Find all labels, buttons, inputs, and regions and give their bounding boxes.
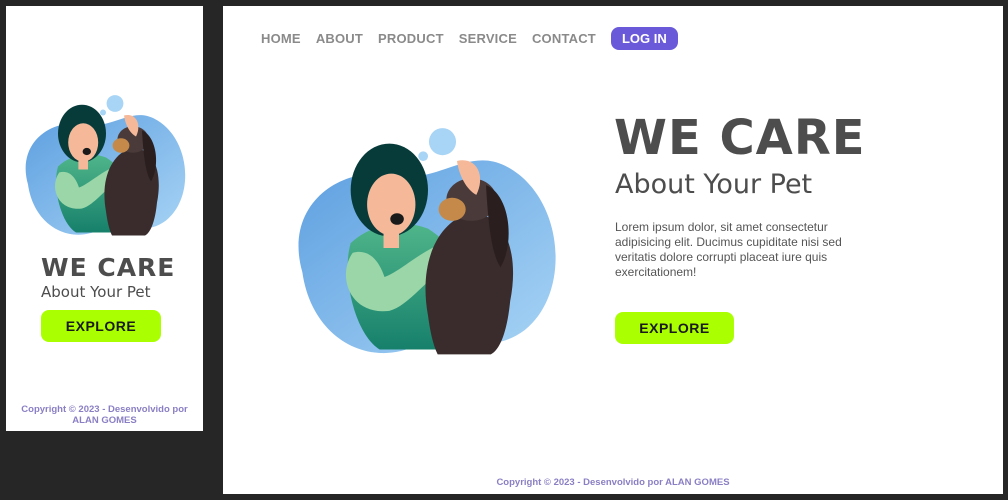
- hero-subtitle: About Your Pet: [615, 169, 813, 200]
- mobile-hero-title: WE CARE: [41, 253, 176, 282]
- nav-contact[interactable]: CONTACT: [532, 31, 596, 46]
- desktop-preview: HOME ABOUT PRODUCT SERVICE CONTACT LOG I…: [223, 6, 1003, 494]
- mobile-footer-line2: ALAN GOMES: [72, 415, 137, 426]
- hero-title: WE CARE: [614, 110, 866, 166]
- mobile-hero-subtitle: About Your Pet: [41, 283, 151, 301]
- mobile-explore-button[interactable]: EXPLORE: [41, 310, 161, 342]
- nav-service[interactable]: SERVICE: [459, 31, 517, 46]
- mobile-footer-line1: Copyright © 2023 - Desenvolvido por: [21, 404, 188, 415]
- login-button[interactable]: LOG IN: [610, 27, 678, 50]
- hero-description: Lorem ipsum dolor, sit amet consectetur …: [615, 220, 842, 279]
- explore-button[interactable]: EXPLORE: [615, 312, 734, 344]
- pet-care-illustration: [298, 128, 556, 355]
- pet-care-illustration: [25, 95, 186, 236]
- mobile-preview: WE CARE About Your Pet EXPLORE Copyright…: [6, 6, 203, 431]
- main-nav: HOME ABOUT PRODUCT SERVICE CONTACT LOG I…: [261, 27, 678, 50]
- mobile-footer: Copyright © 2023 - Desenvolvido por ALAN…: [6, 404, 203, 426]
- nav-home[interactable]: HOME: [261, 31, 301, 46]
- nav-about[interactable]: ABOUT: [316, 31, 363, 46]
- footer-copyright: Copyright © 2023 - Desenvolvido por ALAN…: [496, 477, 730, 488]
- nav-product[interactable]: PRODUCT: [378, 31, 444, 46]
